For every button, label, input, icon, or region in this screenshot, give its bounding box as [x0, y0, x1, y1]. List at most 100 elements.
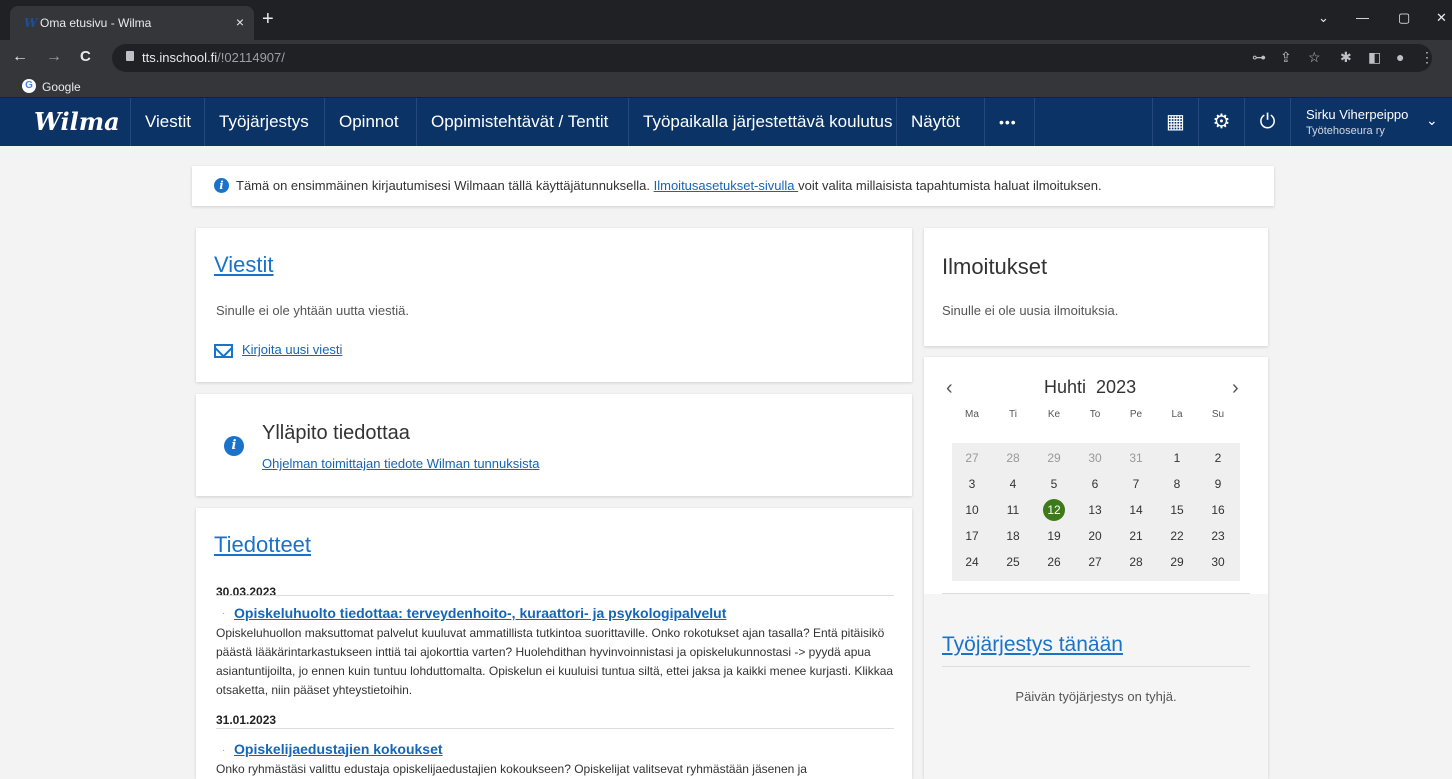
minimize-icon[interactable]: — [1356, 10, 1369, 25]
calendar-day[interactable]: 17 [954, 525, 990, 548]
calendar-day[interactable]: 29 [1159, 551, 1195, 574]
notifications-card: Ilmoitukset Sinulle ei ole uusia ilmoitu… [924, 228, 1268, 346]
extensions-icon[interactable]: ✱ [1340, 49, 1352, 66]
nav-item-oppimistehtavat[interactable]: Oppimistehtävät / Tentit [416, 98, 622, 146]
calendar-day[interactable]: 30 [1077, 447, 1113, 470]
calendar-day[interactable]: 26 [1036, 551, 1072, 574]
calendar-day-today[interactable]: 12 [1036, 499, 1072, 522]
calendar-day[interactable]: 29 [1036, 447, 1072, 470]
messages-empty-text: Sinulle ei ole yhtään uutta viestiä. [216, 303, 409, 318]
logout-power-icon[interactable]: ⏻ [1244, 98, 1290, 146]
calendar-day[interactable]: 6 [1077, 473, 1113, 496]
news-headline-link[interactable]: Opiskeluhuolto tiedottaa: terveydenhoito… [234, 605, 726, 621]
calendar-day[interactable]: 8 [1159, 473, 1195, 496]
notification-settings-link[interactable]: Ilmoitusasetukset-sivulla [654, 178, 799, 193]
wilma-logo[interactable]: Wilma [34, 107, 120, 136]
calendar-day[interactable]: 22 [1159, 525, 1195, 548]
browser-toolbar: ← → C tts.inschool.fi/!02114907/ ⊶ ⇪ ☆ ✱… [0, 40, 1452, 76]
address-bar[interactable]: tts.inschool.fi/!02114907/ ⊶ ⇪ ☆ ✱ ◧ ● ⋮ [112, 44, 1434, 72]
calendar-day[interactable]: 23 [1200, 525, 1236, 548]
nav-item-naytot[interactable]: Näytöt [896, 98, 974, 146]
share-icon[interactable]: ⇪ [1280, 49, 1292, 66]
calendar-day[interactable]: 25 [995, 551, 1031, 574]
info-icon: i [214, 178, 229, 193]
news-body: Opiskeluhuollon maksuttomat palvelut kuu… [216, 626, 894, 697]
nav-separator [1034, 98, 1035, 146]
reload-icon[interactable]: C [80, 48, 91, 65]
window-close-icon[interactable]: ✕ [1436, 10, 1447, 26]
schedule-today-title-link[interactable]: Työjärjestys tänään [942, 633, 1123, 657]
user-name[interactable]: Sirku Viherpeippo [1306, 107, 1408, 122]
nav-item-viestit[interactable]: Viestit [130, 98, 205, 146]
calendar-day[interactable]: 24 [954, 551, 990, 574]
restore-icon[interactable]: ▢ [1398, 10, 1410, 26]
key-icon[interactable]: ⊶ [1252, 49, 1266, 66]
nav-item-opinnot[interactable]: Opinnot [324, 98, 413, 146]
user-organization[interactable]: Työtehoseura ry [1306, 125, 1385, 137]
nav-item-tyopaikalla-koulutus[interactable]: Työpaikalla järjestettävä koulutus [628, 98, 906, 146]
calendar-day[interactable]: 3 [954, 473, 990, 496]
tab-search-icon[interactable]: ⌄ [1318, 10, 1329, 26]
profile-icon[interactable]: ● [1396, 49, 1404, 65]
qr-code-icon[interactable]: ▦ [1152, 98, 1198, 146]
calendar-day[interactable]: 11 [995, 499, 1031, 522]
bookmark-google[interactable]: Google [42, 80, 81, 94]
calendar-day[interactable]: 31 [1118, 447, 1154, 470]
calendar-day[interactable]: 10 [954, 499, 990, 522]
news-divider [216, 595, 894, 596]
news-divider [216, 728, 894, 729]
calendar-day[interactable]: 13 [1077, 499, 1113, 522]
calendar-day[interactable]: 7 [1118, 473, 1154, 496]
messages-title-link[interactable]: Viestit [214, 252, 274, 278]
nav-item-tyojarjestys[interactable]: Työjärjestys [204, 98, 323, 146]
url-text[interactable]: tts.inschool.fi/!02114907/ [142, 50, 285, 65]
browser-tab-strip: W Oma etusivu - Wilma × + ⌄ — ▢ ✕ [0, 0, 1452, 40]
calendar-day[interactable]: 14 [1118, 499, 1154, 522]
calendar-grid: 27 28 29 30 31 1 2 3 4 5 6 7 8 9 10 11 12 13 14 15 16 17 18 19 2… [952, 443, 1240, 581]
write-new-message-link[interactable]: Kirjoita uusi viesti [242, 342, 342, 357]
weekday-label: To [1089, 409, 1101, 420]
calendar-day[interactable]: 18 [995, 525, 1031, 548]
calendar-day[interactable]: 1 [1159, 447, 1195, 470]
calendar-day[interactable]: 21 [1118, 525, 1154, 548]
user-settings-icon[interactable]: ⚙ [1198, 98, 1244, 146]
news-title-link[interactable]: Tiedotteet [214, 532, 311, 558]
calendar-day[interactable]: 9 [1200, 473, 1236, 496]
close-tab-icon[interactable]: × [236, 14, 244, 30]
maintenance-card: i Ylläpito tiedottaa Ohjelman toimittaja… [196, 394, 912, 496]
back-icon[interactable]: ← [12, 48, 28, 66]
calendar-day[interactable]: 16 [1200, 499, 1236, 522]
browser-tab[interactable]: W Oma etusivu - Wilma × [10, 6, 254, 40]
maintenance-title: Ylläpito tiedottaa [262, 422, 410, 444]
new-tab-icon[interactable]: + [262, 9, 274, 29]
calendar-day[interactable]: 2 [1200, 447, 1236, 470]
calendar-day[interactable]: 27 [954, 447, 990, 470]
calendar-day[interactable]: 5 [1036, 473, 1072, 496]
calendar-day[interactable]: 27 [1077, 551, 1113, 574]
side-panel-icon[interactable]: ◧ [1368, 49, 1381, 66]
lock-icon [126, 51, 134, 61]
user-menu-chevron-icon[interactable]: ⌄ [1426, 112, 1438, 129]
wilma-navbar: Wilma Viestit Työjärjestys Opinnot Oppim… [0, 98, 1452, 146]
calendar-day[interactable]: 30 [1200, 551, 1236, 574]
calendar-day[interactable]: 28 [1118, 551, 1154, 574]
calendar-panel: ‹ Huhti 2023 › Ma Ti Ke To Pe La Su 27 28 29 30 31… [924, 357, 1268, 594]
calendar-day[interactable]: 4 [995, 473, 1031, 496]
info-icon: i [224, 436, 244, 456]
calendar-day[interactable]: 28 [995, 447, 1031, 470]
news-bullet: · [222, 745, 226, 756]
weekday-label: Pe [1129, 409, 1143, 420]
envelope-icon [214, 344, 233, 358]
forward-icon[interactable]: → [46, 48, 62, 66]
news-bullet: · [222, 608, 226, 619]
nav-more-icon[interactable]: ••• [984, 98, 1031, 146]
calendar-day[interactable]: 19 [1036, 525, 1072, 548]
calendar-day[interactable]: 20 [1077, 525, 1113, 548]
maintenance-link[interactable]: Ohjelman toimittajan tiedote Wilman tunn… [262, 456, 539, 471]
bookmark-star-icon[interactable]: ☆ [1308, 49, 1321, 66]
browser-menu-icon[interactable]: ⋮ [1420, 49, 1434, 66]
calendar-day[interactable]: 15 [1159, 499, 1195, 522]
calendar-prev-icon[interactable]: ‹ [946, 377, 953, 400]
news-headline-link[interactable]: Opiskelijaedustajien kokoukset [234, 741, 443, 757]
calendar-next-icon[interactable]: › [1232, 377, 1239, 400]
